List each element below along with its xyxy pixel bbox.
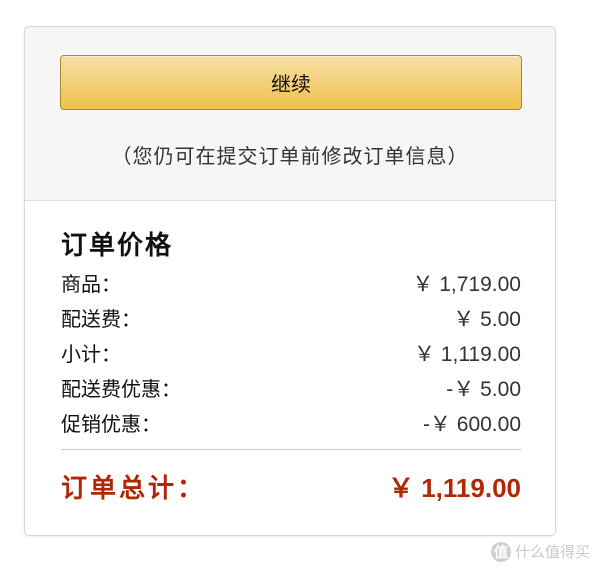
- line-item-shipping-discount: 配送费优惠： -￥ 5.00: [61, 370, 521, 405]
- line-item-value: -￥ 5.00: [446, 377, 521, 401]
- line-item-label: 配送费：: [61, 307, 141, 331]
- line-item-label: 促销优惠：: [61, 412, 161, 436]
- line-item-goods: 商品： ￥ 1,719.00: [61, 265, 521, 300]
- summary-title: 订单价格: [61, 231, 174, 261]
- watermark: 值 什么值得买: [490, 541, 590, 562]
- price-summary: 订单价格 商品： ￥ 1,719.00 配送费： ￥ 5.00 小计： ￥ 1,…: [25, 229, 555, 522]
- line-item-value: -￥ 600.00: [422, 412, 521, 436]
- order-total-label: 订单总计：: [61, 473, 207, 504]
- watermark-text: 什么值得买: [514, 543, 590, 561]
- order-total-row: 订单总计： ￥ 1,119.00: [61, 450, 521, 522]
- line-item-label: 商品：: [61, 272, 121, 296]
- line-item-label: 小计：: [61, 342, 121, 366]
- line-item-value: ￥ 1,719.00: [412, 272, 521, 296]
- line-item-label: 配送费优惠：: [61, 377, 181, 401]
- watermark-logo-icon: 值: [490, 541, 511, 562]
- line-item-value: ￥ 1,119.00: [413, 342, 521, 366]
- edit-hint-text: （您仍可在提交订单前修改订单信息）: [111, 144, 469, 168]
- line-items: 商品： ￥ 1,719.00 配送费： ￥ 5.00 小计： ￥ 1,119.0…: [61, 265, 521, 440]
- action-section: 继续 （您仍可在提交订单前修改订单信息）: [25, 27, 555, 201]
- line-item-value: ￥ 5.00: [453, 307, 521, 331]
- order-total-value: ￥ 1,119.00: [388, 472, 521, 503]
- continue-button-label: 继续: [271, 72, 311, 96]
- order-summary-card: 继续 （您仍可在提交订单前修改订单信息） 订单价格 商品： ￥ 1,719.00…: [24, 26, 556, 536]
- line-item-subtotal: 小计： ￥ 1,119.00: [61, 335, 521, 370]
- continue-button[interactable]: 继续: [60, 55, 522, 110]
- line-item-promo-discount: 促销优惠： -￥ 600.00: [61, 405, 521, 440]
- line-item-shipping: 配送费： ￥ 5.00: [61, 300, 521, 335]
